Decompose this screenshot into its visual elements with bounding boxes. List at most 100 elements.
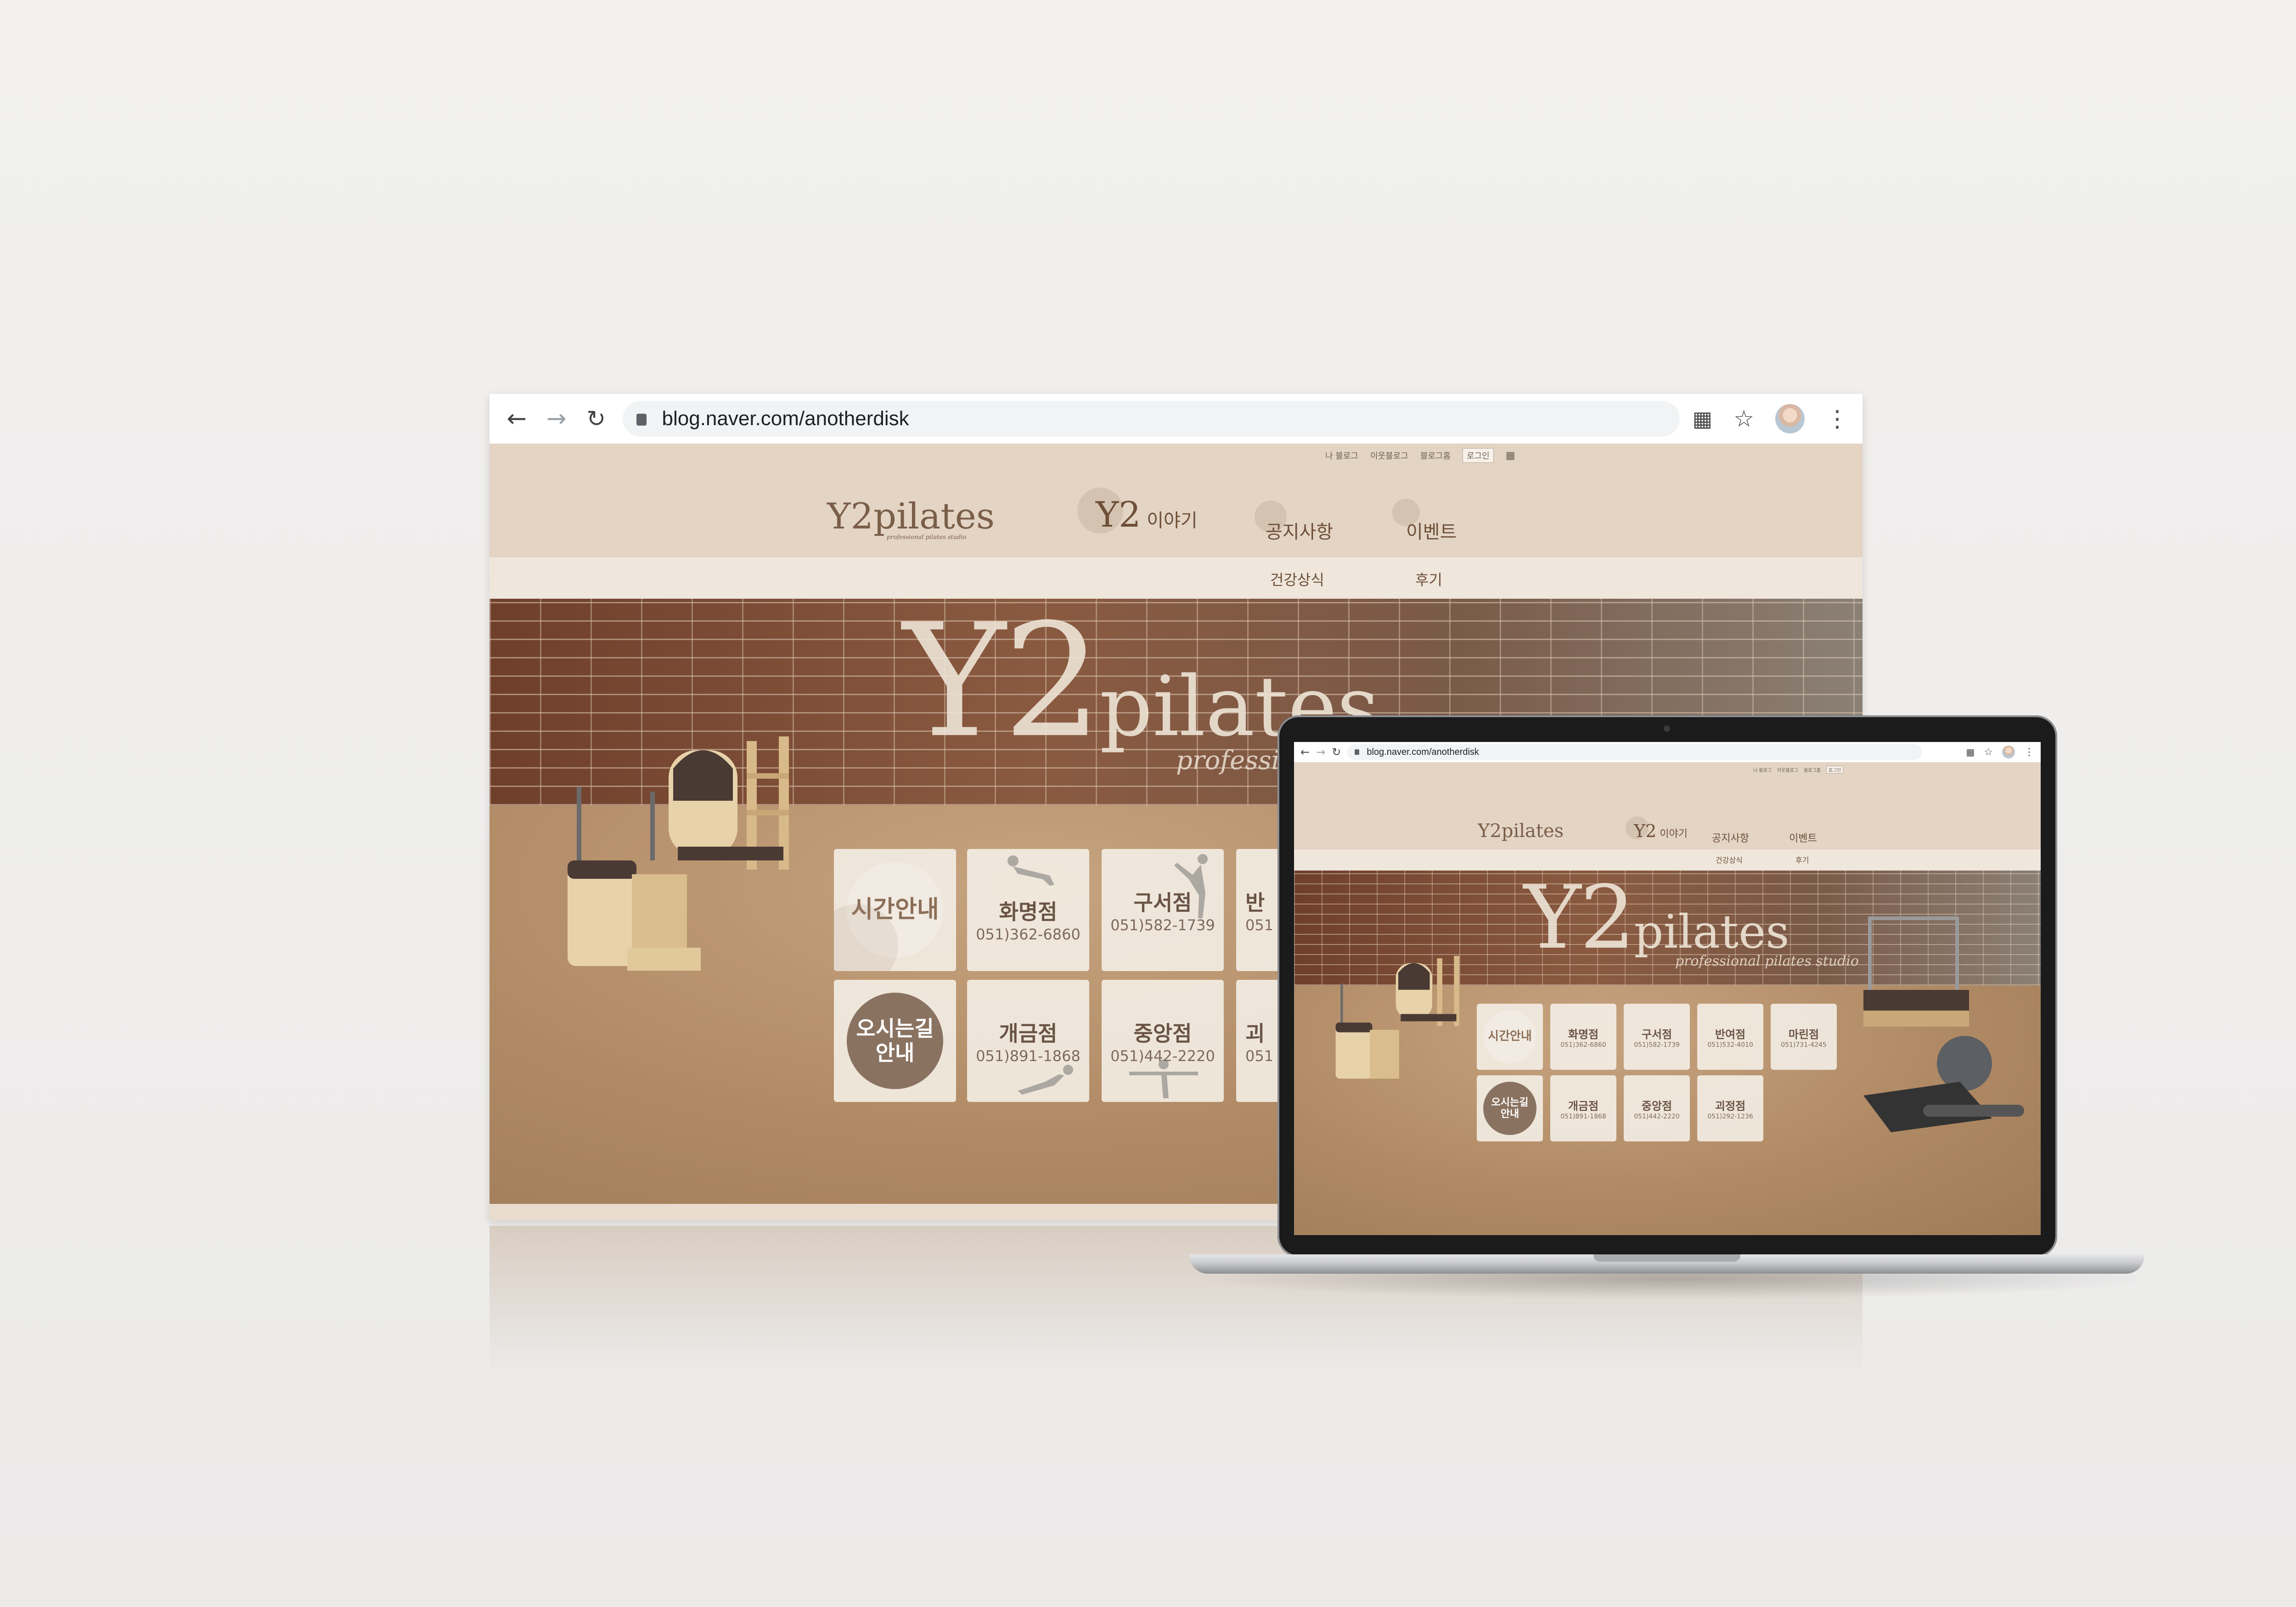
tile-branch-banyeo[interactable]: 반여점 051)532-4010 — [1697, 1004, 1763, 1070]
blog-logo[interactable]: Y2pilates — [1478, 822, 1564, 840]
logo-text: Y2pilates — [827, 496, 995, 537]
laptop-lid: ← → ↻ blog.naver.com/anotherdisk ▦ ☆ ⋮ 나… — [1277, 715, 2057, 1257]
lock-icon — [1355, 749, 1360, 755]
branch-phone: 051)582-1739 — [1110, 916, 1215, 934]
extension-icon[interactable]: ▦ — [1693, 406, 1712, 431]
branch-phone: 051 — [1245, 916, 1274, 934]
laptop-trackpad-notch — [1593, 1254, 1740, 1262]
laptop-camera — [1664, 725, 1670, 732]
tile-directions[interactable]: 오시는길 안내 — [1477, 1075, 1543, 1141]
browser-toolbar: ← → ↻ blog.naver.com/anotherdisk ▦ ☆ ⋮ — [490, 394, 1863, 444]
tile-branch-marine[interactable]: 마린점 051)731-4245 — [1771, 1004, 1837, 1070]
laptop-base — [1189, 1254, 2144, 1274]
menu-y2-suffix: 이야기 — [1147, 510, 1198, 531]
branch-name: 구서점 — [1641, 1028, 1672, 1041]
logo-text: Y2pilates — [1478, 820, 1564, 842]
hero-title: Y2pilates — [1524, 874, 1790, 961]
branch-phone: 051)891-1868 — [1560, 1113, 1606, 1120]
tile-branch-guseo[interactable]: 구서점 051)582-1739 — [1102, 849, 1224, 971]
utility-blog-home[interactable]: 블로그홈 — [1804, 766, 1821, 773]
branch-name: 중앙점 — [1133, 1021, 1192, 1046]
tile-branch-gaegeum[interactable]: 개금점 051)891-1868 — [967, 980, 1089, 1102]
branch-phone: 051)731-4245 — [1781, 1041, 1827, 1049]
branch-phone: 051)532-4010 — [1707, 1041, 1753, 1049]
more-icon[interactable]: ⋮ — [2024, 747, 2034, 758]
branch-phone: 051 — [1245, 1047, 1274, 1065]
branch-phone: 051)442-2220 — [1634, 1113, 1680, 1120]
address-bar[interactable]: blog.naver.com/anotherdisk — [1347, 744, 1923, 760]
pilates-wunda-chair — [568, 787, 701, 971]
branch-name: 반여점 — [1715, 1028, 1746, 1041]
blog-logo[interactable]: Y2pilates professional pilates studio — [827, 499, 995, 540]
address-bar[interactable]: blog.naver.com/anotherdisk — [622, 401, 1680, 437]
star-icon[interactable]: ☆ — [1984, 747, 1993, 758]
branch-name: 반 — [1245, 890, 1265, 915]
tile-schedule[interactable]: 시간안내 — [1477, 1004, 1543, 1070]
utility-blog-home[interactable]: 블로그홈 — [1420, 450, 1451, 461]
directions-line1: 오시는길 — [1491, 1096, 1529, 1108]
menu-y2-story[interactable]: Y2 이야기 — [1077, 488, 1198, 535]
utility-neighbor-blog[interactable]: 이웃블로그 — [1777, 766, 1798, 773]
login-button[interactable]: 로그인 — [1826, 766, 1844, 774]
tile-branch-gaegeum[interactable]: 개금점 051)891-1868 — [1550, 1075, 1616, 1141]
back-icon[interactable]: ← — [1300, 746, 1310, 759]
hero-title-y2: Y2 — [903, 599, 1103, 772]
branch-name: 개금점 — [1568, 1099, 1599, 1113]
forward-icon[interactable]: → — [1316, 746, 1325, 759]
menu-event-label: 이벤트 — [1406, 522, 1457, 543]
pilates-pose-figure — [1007, 855, 1054, 886]
tile-branch-jungang[interactable]: 중앙점 051)442-2220 — [1102, 980, 1224, 1102]
directions-circle: 오시는길 안내 — [1483, 1082, 1536, 1135]
branch-phone: 051)891-1868 — [976, 1047, 1080, 1065]
tile-schedule[interactable]: 시간안내 — [834, 849, 956, 971]
submenu-review[interactable]: 후기 — [1795, 854, 1809, 865]
yoga-mat-and-ball — [1863, 1036, 2024, 1132]
tile-branch-goejeong[interactable]: 괴정점 051)292-1236 — [1697, 1075, 1763, 1141]
profile-avatar[interactable] — [1775, 404, 1805, 433]
directions-line2: 안내 — [1500, 1108, 1519, 1120]
branch-phone: 051)362-6860 — [976, 926, 1080, 943]
hero-title-pilates: pilates — [1634, 905, 1790, 959]
apps-grid-icon[interactable]: ▦ — [1506, 450, 1515, 461]
utility-my-blog[interactable]: 나 블로그 — [1325, 450, 1358, 461]
menu-notice[interactable]: 공지사항 — [1712, 830, 1749, 845]
schedule-circle: 시간안내 — [1483, 1010, 1536, 1063]
branch-phone: 051)442-2220 — [1110, 1047, 1215, 1065]
pilates-pose-figure — [1018, 1065, 1073, 1095]
utility-my-blog[interactable]: 나 블로그 — [1753, 766, 1772, 773]
forward-icon[interactable]: → — [543, 405, 570, 433]
tile-branch-jungang[interactable]: 중앙점 051)442-2220 — [1624, 1075, 1690, 1141]
utility-neighbor-blog[interactable]: 이웃블로그 — [1370, 450, 1408, 461]
lock-icon — [636, 414, 647, 426]
directions-line1: 오시는길 — [856, 1016, 934, 1041]
menu-notice[interactable]: 공지사항 — [1255, 500, 1333, 544]
browser-toolbar: ← → ↻ blog.naver.com/anotherdisk ▦ ☆ ⋮ — [1294, 742, 2041, 763]
reload-icon[interactable]: ↻ — [583, 405, 610, 433]
utility-nav: 나 블로그 이웃블로그 블로그홈 로그인 ▦ — [1325, 448, 1515, 463]
reload-icon[interactable]: ↻ — [1332, 746, 1341, 759]
tile-branch-hwamyeong[interactable]: 화명점 051)362-6860 — [967, 849, 1089, 971]
tile-branch-guseo[interactable]: 구서점 051)582-1739 — [1624, 1004, 1690, 1070]
menu-event[interactable]: 이벤트 — [1789, 830, 1817, 845]
tile-directions[interactable]: 오시는길 안내 — [834, 980, 956, 1102]
submenu-health[interactable]: 건강상식 — [1270, 568, 1324, 590]
branch-phone: 051)582-1739 — [1634, 1041, 1680, 1049]
branch-name: 괴정점 — [1715, 1099, 1746, 1113]
back-icon[interactable]: ← — [503, 405, 530, 433]
submenu-health[interactable]: 건강상식 — [1716, 854, 1743, 865]
profile-avatar[interactable] — [2002, 746, 2015, 759]
submenu-review[interactable]: 후기 — [1415, 568, 1442, 590]
menu-y2-brand: Y2 — [1634, 821, 1657, 841]
toolbar-actions: ▦ ☆ ⋮ — [1966, 746, 2034, 759]
tile-branch-hwamyeong[interactable]: 화명점 051)362-6860 — [1550, 1004, 1616, 1070]
directions-circle: 오시는길 안내 — [847, 993, 943, 1089]
more-icon[interactable]: ⋮ — [1826, 405, 1849, 432]
menu-event[interactable]: 이벤트 — [1392, 499, 1457, 544]
star-icon[interactable]: ☆ — [1733, 405, 1754, 432]
blog-page: 나 블로그 이웃블로그 블로그홈 로그인 Y2pilates Y2 이야기 공지… — [1294, 762, 2041, 1235]
menu-y2-story[interactable]: Y2 이야기 — [1626, 816, 1688, 841]
menu-y2-brand: Y2 — [1096, 494, 1141, 535]
extension-icon[interactable]: ▦ — [1966, 747, 1975, 758]
login-button[interactable]: 로그인 — [1463, 448, 1494, 463]
hero-banner: Y2pilates professional pilates studio — [1294, 871, 2041, 1235]
